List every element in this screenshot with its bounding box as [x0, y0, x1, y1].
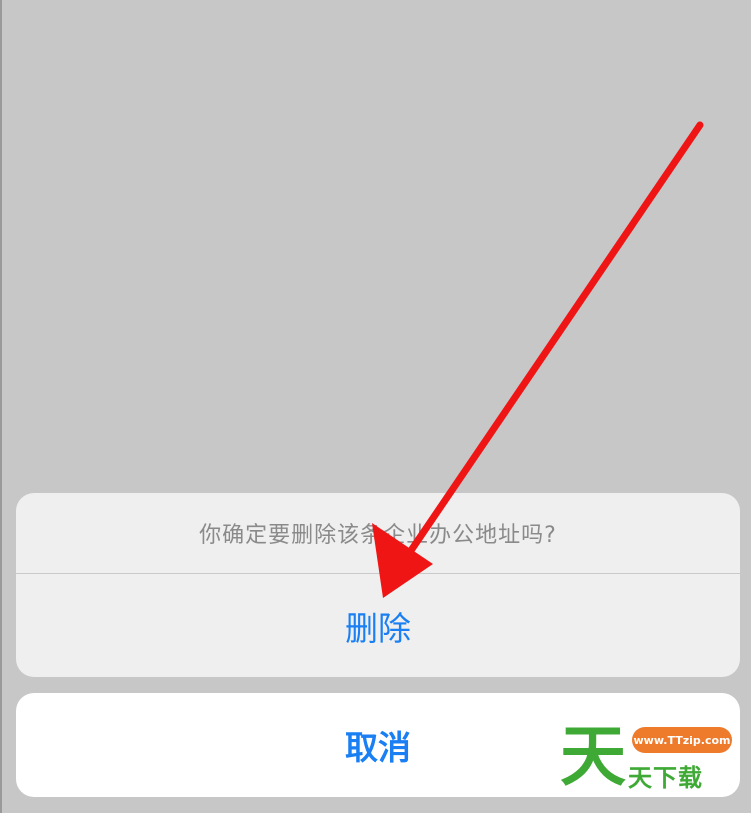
- delete-button[interactable]: 删除: [16, 574, 740, 677]
- watermark-big-char: 天: [560, 718, 626, 795]
- screen: 你确定要删除该条企业办公地址吗? 删除 取消 天 www.TTzip.com 天…: [0, 0, 751, 813]
- red-arrow-annotation: [372, 121, 704, 598]
- arrow-shaft: [406, 121, 704, 556]
- action-sheet: 你确定要删除该条企业办公地址吗? 删除: [16, 493, 740, 677]
- left-edge-divider: [0, 0, 2, 813]
- watermark-text: 天下载: [628, 764, 703, 792]
- confirm-message: 你确定要删除该条企业办公地址吗?: [16, 493, 740, 574]
- watermark-url: www.TTzip.com: [632, 727, 732, 753]
- watermark-logo: 天 www.TTzip.com 天下载: [560, 722, 735, 794]
